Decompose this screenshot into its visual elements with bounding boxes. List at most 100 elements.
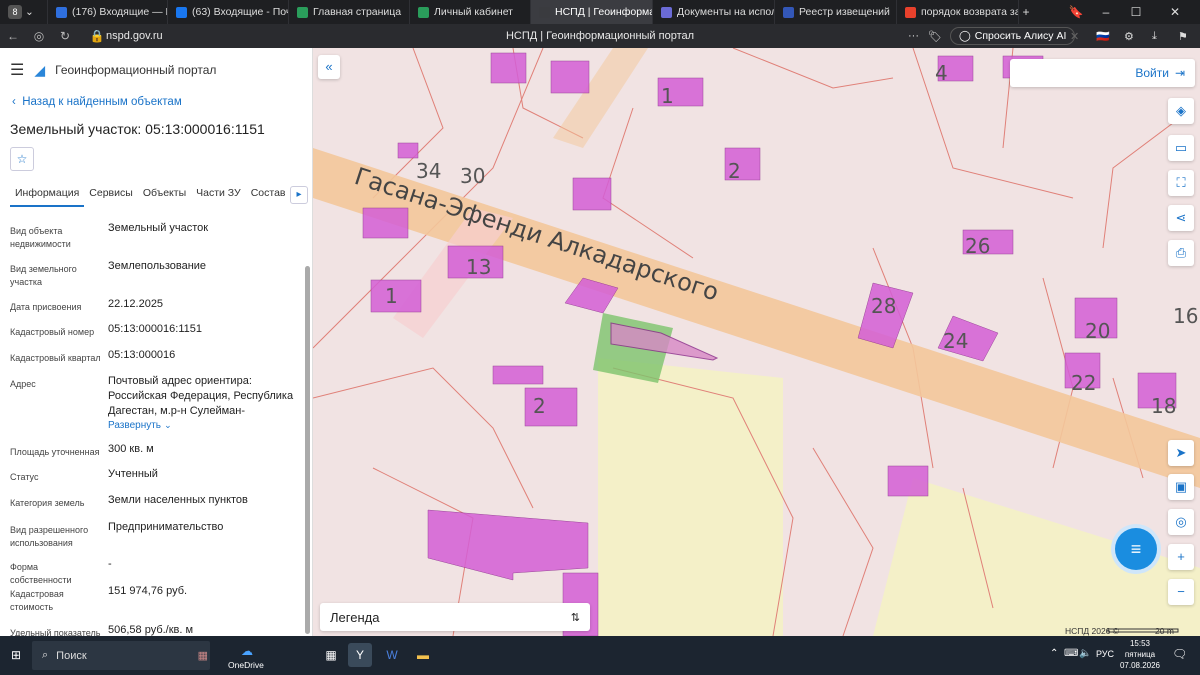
building <box>550 60 590 94</box>
tab-composition[interactable]: Состав <box>246 185 291 207</box>
tab-objects[interactable]: Объекты <box>138 185 191 207</box>
back-arrow-icon[interactable]: ← <box>0 29 26 43</box>
tab-favicon-icon <box>56 6 67 18</box>
extensions-icon[interactable]: ⚙ <box>1124 30 1134 43</box>
tray-chevron-icon[interactable]: ⌃ <box>1050 648 1058 659</box>
house-number: 1 <box>661 84 674 108</box>
browser-tab-label: Личный кабинет <box>434 6 513 18</box>
ask-alice-button[interactable]: ◯ Спросить Алису AI <box>950 27 1076 45</box>
browser-tab-label: (176) Входящие — Рамб <box>72 6 167 18</box>
browser-tab[interactable]: НСПД | Геоинформацио✕ <box>531 0 653 24</box>
reload-icon[interactable]: ↻ <box>52 29 78 43</box>
downloads-icon[interactable]: ⤓ <box>1152 30 1157 43</box>
new-tab-button[interactable]: + <box>1011 0 1041 24</box>
browser-tab[interactable]: порядок возврата задат <box>897 0 1019 24</box>
volume-icon[interactable]: 🔈 <box>1079 648 1091 659</box>
house-number: 18 <box>1151 394 1176 418</box>
property-label: Адрес <box>10 379 36 389</box>
mic-icon[interactable]: ✕ <box>1070 30 1079 43</box>
minimap-button[interactable]: ▣ <box>1168 474 1194 500</box>
map-view[interactable]: Гасана-Эфенди Алкадарского 1 4 34 30 2 2… <box>313 48 1200 636</box>
browser-tab[interactable]: Реестр извещений <box>775 0 897 24</box>
word-icon[interactable]: W <box>380 643 404 667</box>
star-icon: ☆ <box>16 152 28 166</box>
property-value: Земельный участок <box>108 222 209 234</box>
more-icon[interactable]: ··· <box>908 30 919 42</box>
chevron-updown-icon: ⇅ <box>570 611 580 624</box>
chat-button[interactable]: ≡ <box>1115 528 1157 570</box>
network-icon[interactable]: ⌨ <box>1064 648 1078 659</box>
tabs-scroll-right-button[interactable]: ▸ <box>290 186 308 204</box>
tab-information[interactable]: Информация <box>10 185 85 207</box>
property-label: Вид разрешенного использования <box>10 525 89 548</box>
object-info-panel: ☰ ◢ Геоинформационный портал ‹ Назад к н… <box>0 48 313 636</box>
notification-icon[interactable]: 🗨 <box>1172 647 1187 661</box>
property-value: 05:13:000016:1151 <box>108 323 202 335</box>
tab-list: (176) Входящие — Рамб (63) Входящие - Поч… <box>48 0 1019 24</box>
browser-tab[interactable]: Личный кабинет <box>410 0 531 24</box>
flag-icon[interactable]: 🇷🇺 <box>1096 30 1110 43</box>
property-label: Кадастровый номер <box>10 327 95 337</box>
property-value: - <box>108 558 112 570</box>
property-value: Предпринимательство <box>108 521 224 533</box>
protect-icon[interactable]: ◎ <box>26 29 52 43</box>
favorite-star-button[interactable]: ☆ <box>10 147 34 171</box>
browser-menu-button[interactable]: 8 ⌄ <box>0 0 48 24</box>
minimize-button[interactable]: – <box>1091 0 1121 24</box>
browser-tab-label: порядок возврата задат <box>921 6 1018 18</box>
select-area-button[interactable]: ⛶ <box>1168 170 1194 196</box>
browser-tab[interactable]: (63) Входящие - Почта М <box>168 0 289 24</box>
property-label: Площадь уточненная <box>10 447 100 457</box>
geolocation-icon: ◎ <box>1175 514 1187 529</box>
calculator-icon[interactable]: ▦ <box>319 643 343 667</box>
house-number: 2 <box>728 159 741 183</box>
tab-parts[interactable]: Части ЗУ <box>191 185 246 207</box>
login-button[interactable]: Войти ⇥ <box>1010 59 1195 87</box>
browser-tab-strip: 8⌄ (176) Входящие — Рамб (63) Входящие - … <box>0 0 1200 24</box>
bookmark-ribbon-icon[interactable]: 🔖 <box>1061 0 1091 24</box>
url-text[interactable]: nspd.gov.ru <box>106 30 163 42</box>
profile-icon[interactable]: ⚑ <box>1178 30 1188 43</box>
windows-logo-icon: ⊞ <box>10 648 22 662</box>
tab-favicon-icon <box>539 6 550 18</box>
building <box>490 52 527 84</box>
maximize-button[interactable]: ☐ <box>1121 0 1151 24</box>
browser-tab[interactable]: Главная страница <box>289 0 410 24</box>
language-indicator[interactable]: РУС <box>1096 649 1114 659</box>
share-button[interactable]: ⋖ <box>1168 205 1194 231</box>
panel-scrollbar[interactable] <box>305 266 310 634</box>
yandex-browser-icon[interactable]: Y <box>348 643 372 667</box>
layers-button[interactable]: ◈ <box>1168 98 1194 124</box>
measure-button[interactable]: ▭ <box>1168 135 1194 161</box>
hamburger-menu-icon[interactable]: ☰ <box>10 60 24 80</box>
system-clock[interactable]: 15:53 пятница 07.08.2026 <box>1118 638 1162 671</box>
property-value: Почтовый адрес ориентира: Российская Фед… <box>108 375 294 417</box>
house-number: 1 <box>385 284 398 308</box>
start-button[interactable]: ⊞ <box>4 643 28 667</box>
print-button[interactable]: ⎙ <box>1168 240 1194 266</box>
zoom-in-button[interactable]: + <box>1168 544 1194 570</box>
portal-brand-name: Геоинформационный портал <box>55 63 217 77</box>
browser-tab-label: Реестр извещений <box>799 6 890 18</box>
property-label: Форма собственности <box>10 562 72 585</box>
close-window-button[interactable]: ✕ <box>1160 0 1190 24</box>
building <box>492 365 544 385</box>
search-icon: ⌕ <box>42 649 49 661</box>
legend-selector[interactable]: Легенда ⇅ <box>320 603 590 631</box>
tab-services[interactable]: Сервисы <box>84 185 138 207</box>
property-label: Категория земель <box>10 498 85 508</box>
browser-tab[interactable]: (176) Входящие — Рамб <box>48 0 168 24</box>
browser-tab-label: Документы на исполнен <box>677 6 774 18</box>
geolocation-button[interactable]: ◎ <box>1168 509 1194 535</box>
expand-address-link[interactable]: Развернуть ⌄ <box>108 418 298 433</box>
browser-tab[interactable]: Документы на исполнен <box>653 0 775 24</box>
collapse-panel-button[interactable]: « <box>318 55 340 79</box>
tab-favicon-icon <box>905 6 916 18</box>
zoom-out-button[interactable]: − <box>1168 579 1194 605</box>
taskbar-search[interactable]: ⌕ Поиск ▦ <box>32 641 210 670</box>
locate-button[interactable]: ➤ <box>1168 440 1194 466</box>
file-explorer-icon[interactable]: ▬ <box>411 643 435 667</box>
bookmark-icon[interactable]: 🏷 <box>928 30 942 43</box>
tab-favicon-icon <box>661 6 672 18</box>
back-to-results-link[interactable]: ‹ Назад к найденным объектам <box>12 96 182 108</box>
